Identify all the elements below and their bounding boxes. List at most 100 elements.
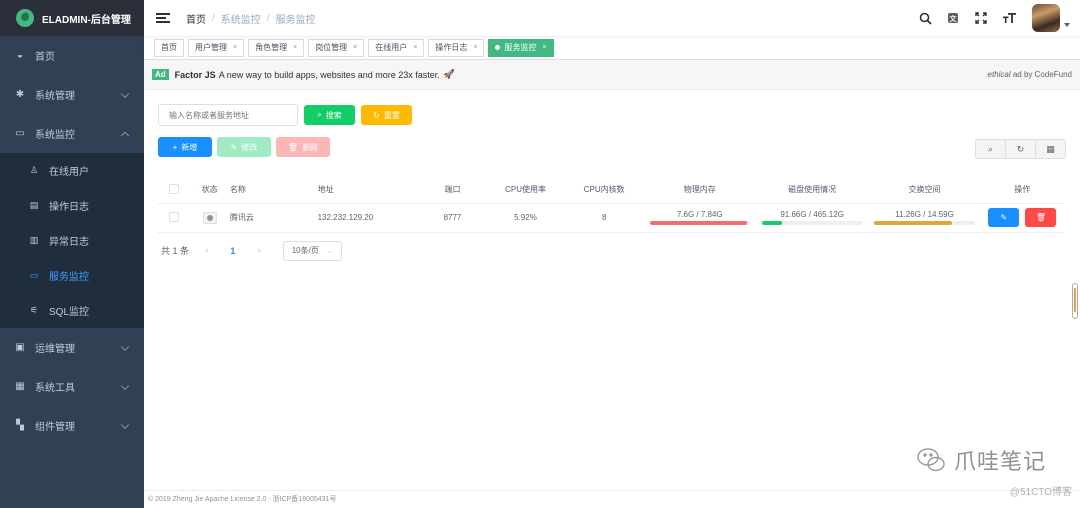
hamburger-icon[interactable]: [156, 11, 170, 25]
close-icon[interactable]: ×: [542, 40, 546, 56]
content: ⌕ 搜索 ↻ 重置 + 新增 ✎ 修改 🗑 删除: [144, 90, 1080, 273]
grid-icon: ▚: [16, 420, 24, 431]
next-page-button[interactable]: ›: [257, 245, 260, 256]
sidebar-item-home[interactable]: ◒ 首页: [0, 36, 144, 75]
close-icon[interactable]: ×: [413, 40, 417, 56]
header-memory: 物理内存: [643, 177, 756, 204]
memory-progress: [649, 221, 750, 225]
swap-progress-fill: [874, 221, 952, 225]
select-all-checkbox[interactable]: [158, 177, 190, 204]
sidebar-item-label: 操作日志: [49, 202, 89, 213]
search-button[interactable]: ⌕ 搜索: [304, 105, 355, 125]
ad-banner[interactable]: Ad Factor JS A new way to build apps, we…: [144, 60, 1080, 90]
sidebar-item-server-monitor[interactable]: ▭ 服务监控: [0, 258, 144, 293]
breadcrumb-home[interactable]: 首页: [186, 11, 206, 26]
svg-text:文: 文: [950, 14, 958, 23]
active-dot-icon: [495, 45, 501, 50]
sidebar-item-monitor[interactable]: ▭ 系统监控: [0, 114, 144, 153]
server-icon: ▭: [29, 270, 39, 280]
sidebar-item-label: 系统监控: [35, 130, 75, 141]
close-icon[interactable]: ×: [353, 40, 357, 56]
page-size-select[interactable]: 10条/页 ⌄: [282, 240, 342, 261]
toolbox-icon: ▦: [15, 381, 25, 392]
trash-icon: 🗑: [1035, 213, 1047, 222]
address-cell: 132.232.129.20: [317, 203, 419, 233]
tag-label: 服务监控: [504, 42, 537, 52]
page-number-1[interactable]: 1: [230, 246, 235, 256]
delete-button[interactable]: 🗑 删除: [276, 137, 330, 157]
close-icon[interactable]: ×: [293, 40, 297, 56]
tags-view: 首页 用户管理 × 角色管理 × 岗位管理 × 在线用户 × 操作日志 × 服务…: [144, 36, 1080, 60]
error-log-icon: ▥: [29, 235, 39, 245]
sidebar-item-sql-monitor[interactable]: ⚟ SQL监控: [0, 293, 144, 328]
sidebar-item-components[interactable]: ▚ 组件管理: [0, 406, 144, 445]
font-size-icon[interactable]: [1002, 11, 1016, 25]
pagination: 共 1 条 ‹ 1 › 10条/页 ⌄: [158, 240, 1066, 261]
caret-down-icon[interactable]: [1064, 23, 1070, 27]
watermark-text: 爪哇笔记: [953, 449, 1046, 474]
tag-user-management[interactable]: 用户管理 ×: [188, 38, 245, 57]
sidebar-item-label: 系统管理: [35, 91, 75, 102]
header-port: 端口: [418, 177, 487, 204]
breadcrumb-monitor: 系统监控: [220, 14, 261, 26]
add-button[interactable]: + 新增: [158, 137, 212, 157]
toggle-search-button[interactable]: ⌕: [975, 139, 1006, 159]
monitor-submenu: ♙ 在线用户 ▤ 操作日志 ▥ 异常日志 ▭ 服务监控 ⚟ SQL监控: [0, 153, 144, 328]
row-delete-button[interactable]: 🗑: [1025, 208, 1057, 227]
reset-button[interactable]: ↻ 重置: [361, 105, 412, 125]
refresh-button[interactable]: ↻: [1005, 139, 1036, 159]
tag-role-management[interactable]: 角色管理 ×: [248, 38, 305, 57]
tag-server-monitor[interactable]: 服务监控 ×: [488, 38, 554, 57]
columns-button[interactable]: ▦: [1035, 139, 1066, 159]
docs-icon[interactable]: 文: [946, 11, 960, 25]
grid-icon: ▦: [1046, 143, 1055, 154]
tag-home[interactable]: 首页: [154, 38, 184, 57]
table-row[interactable]: 腾讯云 132.232.129.20 8777 5.92% 8 7.6G / 7…: [158, 203, 1064, 233]
tag-label: 首页: [161, 42, 177, 52]
tag-job-management[interactable]: 岗位管理 ×: [308, 38, 365, 57]
logo-title: ELADMIN-后台管理: [42, 14, 131, 26]
row-edit-button[interactable]: ✎: [988, 208, 1020, 227]
fullscreen-icon[interactable]: [974, 11, 988, 25]
gear-icon: ✱: [15, 89, 25, 100]
sidebar-item-operation-log[interactable]: ▤ 操作日志: [0, 188, 144, 223]
ad-attribution[interactable]: ethical ad by CodeFund: [988, 70, 1073, 79]
navbar: 首页 / 系统监控 / 服务监控 文: [144, 0, 1080, 36]
sidebar-item-tools[interactable]: ▦ 系统工具: [0, 367, 144, 406]
watermark-sub: @51CTO博客: [1009, 487, 1072, 498]
refresh-icon: ↻: [373, 110, 380, 120]
chevron-down-icon: [120, 381, 130, 390]
ad-text[interactable]: A new way to build apps, websites and mo…: [219, 70, 440, 80]
chevron-down-icon: ⌄: [326, 247, 333, 255]
sidebar-item-online-users[interactable]: ♙ 在线用户: [0, 153, 144, 188]
close-icon[interactable]: ×: [473, 40, 477, 56]
scrollbar-handle[interactable]: [1072, 283, 1078, 319]
sidebar-item-system[interactable]: ✱ 系统管理: [0, 75, 144, 114]
close-icon[interactable]: ×: [233, 40, 237, 56]
operations-cell: ✎ 🗑: [980, 203, 1064, 233]
sidebar-item-error-log[interactable]: ▥ 异常日志: [0, 223, 144, 258]
name-cell: 腾讯云: [229, 203, 318, 233]
status-badge: [202, 211, 217, 224]
sql-icon: ⚟: [29, 305, 39, 315]
tag-label: 角色管理: [255, 42, 288, 52]
filter-bar: ⌕ 搜索 ↻ 重置: [158, 104, 1066, 126]
navbar-right: 文: [918, 0, 1070, 36]
tag-label: 岗位管理: [315, 42, 348, 52]
tag-online-users[interactable]: 在线用户 ×: [368, 38, 425, 57]
prev-page-button[interactable]: ‹: [205, 245, 208, 256]
sidebar-item-label: 首页: [35, 52, 55, 63]
dashboard-icon: ◒: [16, 50, 24, 61]
tag-operation-log[interactable]: 操作日志 ×: [428, 38, 485, 57]
logo[interactable]: ELADMIN-后台管理: [0, 0, 144, 36]
row-checkbox[interactable]: [158, 203, 190, 233]
avatar[interactable]: [1032, 4, 1060, 32]
edit-button[interactable]: ✎ 修改: [217, 137, 271, 157]
swap-value: 11.26G / 14.59G: [895, 210, 954, 219]
sidebar-item-ops[interactable]: ▣ 运维管理: [0, 328, 144, 367]
sidebar-item-label: 服务监控: [49, 272, 89, 283]
search-input[interactable]: [158, 104, 298, 126]
monitor-icon: ▭: [15, 128, 25, 139]
ad-title[interactable]: Factor JS: [175, 70, 216, 80]
search-icon[interactable]: [918, 11, 932, 25]
